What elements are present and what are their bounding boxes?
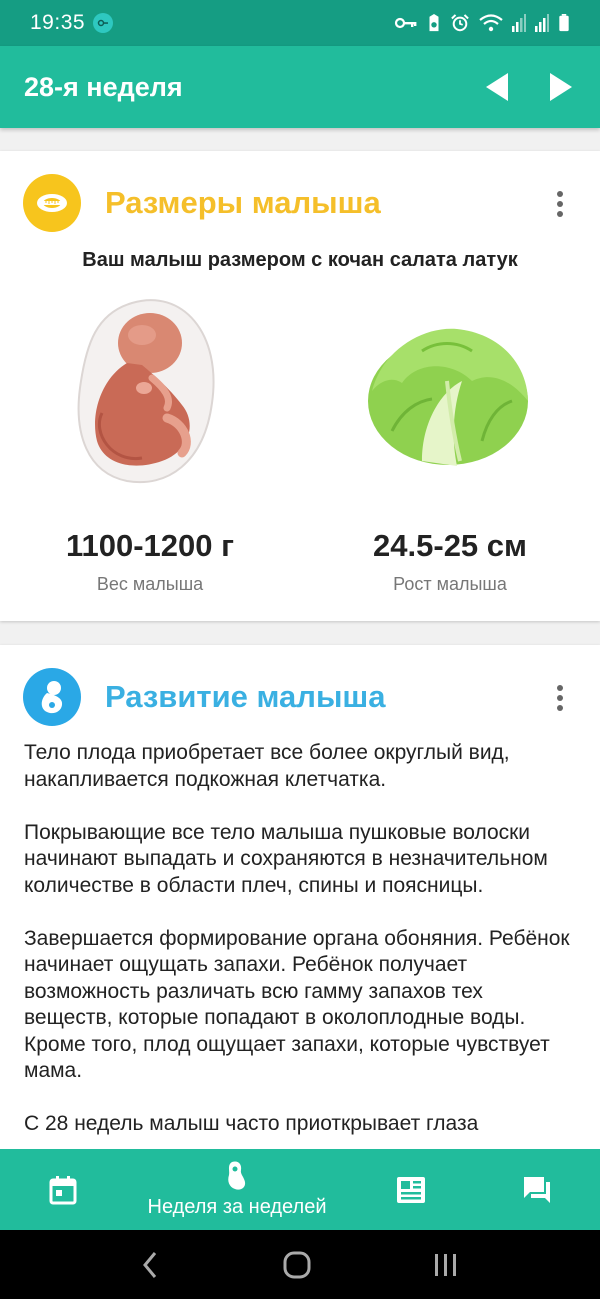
development-text: Тело плода приобретает все более округлы… (24, 740, 576, 1164)
calendar-icon (49, 1175, 77, 1204)
fetus-image (77, 299, 215, 484)
development-paragraph: Завершается формирование органа обоняния… (24, 926, 570, 1083)
development-paragraph: Тело плода приобретает все более округлы… (24, 741, 510, 791)
previous-week-button[interactable] (486, 73, 508, 101)
key-icon (394, 17, 417, 29)
development-paragraph: С 28 недель малыш часто приоткрывает гла… (24, 1112, 479, 1135)
nav-week-by-week[interactable]: Неделя за неделей (126, 1149, 348, 1230)
height-label: Рост малыша (393, 574, 507, 594)
home-icon[interactable] (282, 1250, 312, 1280)
status-time: 19:35 (30, 11, 86, 34)
system-navigation-bar (0, 1230, 600, 1299)
fetus-icon (23, 668, 81, 726)
size-comparison-text: Ваш малыш размером с кочан салата латук (82, 249, 518, 271)
battery-icon (559, 14, 569, 32)
height-value: 24.5-25 см (373, 528, 527, 563)
article-icon (397, 1176, 425, 1203)
size-card-title: Размеры малыша (105, 185, 381, 220)
baby-foot-icon (228, 1161, 246, 1190)
vpn-key-icon (93, 13, 114, 33)
bottom-navigation: Неделя за неделей (0, 1149, 600, 1230)
chat-icon (524, 1176, 550, 1203)
nav-week-by-week-label: Неделя за неделей (147, 1196, 327, 1218)
back-icon[interactable] (141, 1251, 161, 1279)
measuring-tape-icon (23, 174, 81, 232)
development-card-title: Развитие малыша (105, 679, 386, 714)
development-paragraph: Покрывающие все тело малыша пушковые вол… (24, 820, 548, 897)
baby-development-card: Развитие малыша Тело плода приобретает в… (0, 645, 600, 1165)
size-card-menu-button[interactable] (556, 191, 564, 217)
status-bar: 19:35 (0, 0, 600, 46)
weight-label: Вес малыша (96, 574, 204, 594)
baby-size-card: Размеры малыша Ваш малыш размером с коча… (0, 151, 600, 621)
height-metric: 24.5-25 см Рост малыша (300, 528, 600, 595)
next-week-button[interactable] (550, 73, 572, 101)
page-title: 28-я неделя (24, 71, 183, 102)
nav-articles[interactable] (348, 1149, 474, 1230)
weight-value: 1100-1200 г (65, 528, 235, 563)
recycle-lock-icon (429, 14, 439, 32)
alarm-icon (451, 14, 469, 32)
recent-apps-icon[interactable] (433, 1252, 459, 1278)
weight-metric: 1100-1200 г Вес малыша (0, 528, 300, 595)
nav-chat[interactable] (474, 1149, 600, 1230)
signal-1-icon (512, 14, 526, 32)
signal-2-icon (535, 14, 549, 32)
wifi-icon (479, 14, 503, 32)
nav-calendar[interactable] (0, 1149, 126, 1230)
lettuce-image (368, 328, 528, 466)
development-card-menu-button[interactable] (556, 685, 564, 711)
app-bar: 28-я неделя (0, 46, 600, 128)
